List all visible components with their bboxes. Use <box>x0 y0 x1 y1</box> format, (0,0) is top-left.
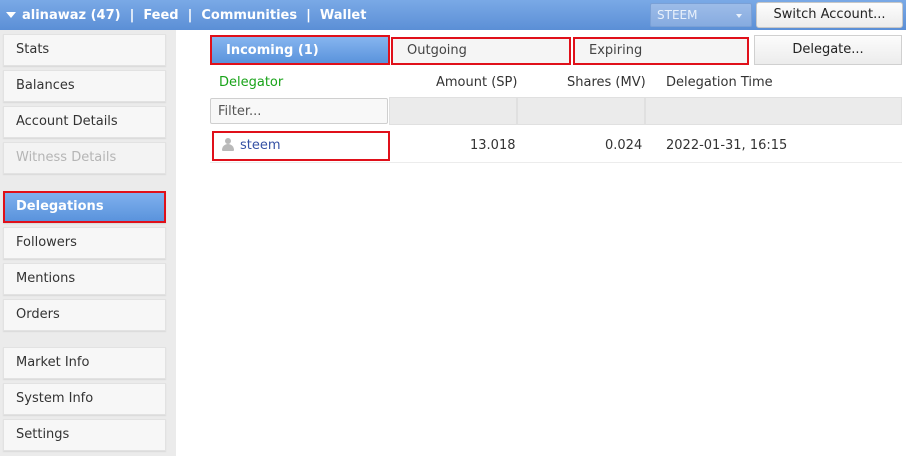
sidebar-item-witness-details: Witness Details <box>3 142 166 174</box>
tab-expiring[interactable]: Expiring <box>573 37 749 65</box>
delegate-button[interactable]: Delegate... <box>754 35 902 65</box>
sidebar-item-mentions[interactable]: Mentions <box>3 263 166 295</box>
sidebar: Stats Balances Account Details Witness D… <box>0 30 176 456</box>
column-header-delegator[interactable]: Delegator <box>219 75 283 90</box>
filter-row <box>210 97 902 126</box>
filter-input[interactable] <box>210 98 388 124</box>
top-bar: alinawaz (47) | Feed | Communities | Wal… <box>0 0 906 30</box>
chevron-down-icon <box>736 14 742 18</box>
sidebar-item-stats[interactable]: Stats <box>3 34 166 66</box>
switch-account-button[interactable]: Switch Account... <box>756 2 903 28</box>
tab-outgoing[interactable]: Outgoing <box>391 37 571 65</box>
shares-cell: 0.024 <box>605 138 643 153</box>
filter-cell <box>517 97 645 125</box>
user-icon <box>222 138 234 151</box>
filter-cell <box>645 97 902 125</box>
amount-cell: 13.018 <box>470 138 516 153</box>
tab-incoming[interactable]: Incoming (1) <box>210 35 390 65</box>
nav-separator: | <box>129 7 135 23</box>
table-header: Delegator Amount (SP) Shares (MV) Delega… <box>210 71 902 95</box>
nav-link-feed[interactable]: Feed <box>143 8 178 23</box>
nav-separator: | <box>187 7 193 23</box>
sidebar-item-system-info[interactable]: System Info <box>3 383 166 415</box>
delegator-cell[interactable]: steem <box>212 131 390 161</box>
delegator-link[interactable]: steem <box>240 138 281 153</box>
time-cell: 2022-01-31, 16:15 <box>666 138 788 153</box>
nav-link-communities[interactable]: Communities <box>201 8 297 23</box>
top-nav: alinawaz (47) | Feed | Communities | Wal… <box>6 0 366 30</box>
sidebar-item-balances[interactable]: Balances <box>3 70 166 102</box>
sidebar-item-followers[interactable]: Followers <box>3 227 166 259</box>
main-content: Incoming (1) Outgoing Expiring Delegate.… <box>176 30 906 456</box>
nav-link-wallet[interactable]: Wallet <box>320 8 367 23</box>
column-header-time[interactable]: Delegation Time <box>666 75 773 90</box>
sidebar-item-orders[interactable]: Orders <box>3 299 166 331</box>
account-menu[interactable]: alinawaz (47) <box>22 8 121 23</box>
chevron-down-icon[interactable] <box>6 12 16 18</box>
sidebar-item-account-details[interactable]: Account Details <box>3 106 166 138</box>
filter-cell <box>389 97 517 125</box>
table-row[interactable]: steem 13.018 0.024 2022-01-31, 16:15 <box>210 130 902 163</box>
coin-select-value: STEEM <box>657 8 698 22</box>
sidebar-item-market-info[interactable]: Market Info <box>3 347 166 379</box>
column-header-shares[interactable]: Shares (MV) <box>567 75 646 90</box>
column-header-amount[interactable]: Amount (SP) <box>436 75 517 90</box>
nav-separator: | <box>306 7 311 23</box>
sidebar-item-delegations[interactable]: Delegations <box>3 191 166 223</box>
sidebar-item-settings[interactable]: Settings <box>3 419 166 451</box>
coin-select[interactable]: STEEM <box>650 3 752 27</box>
